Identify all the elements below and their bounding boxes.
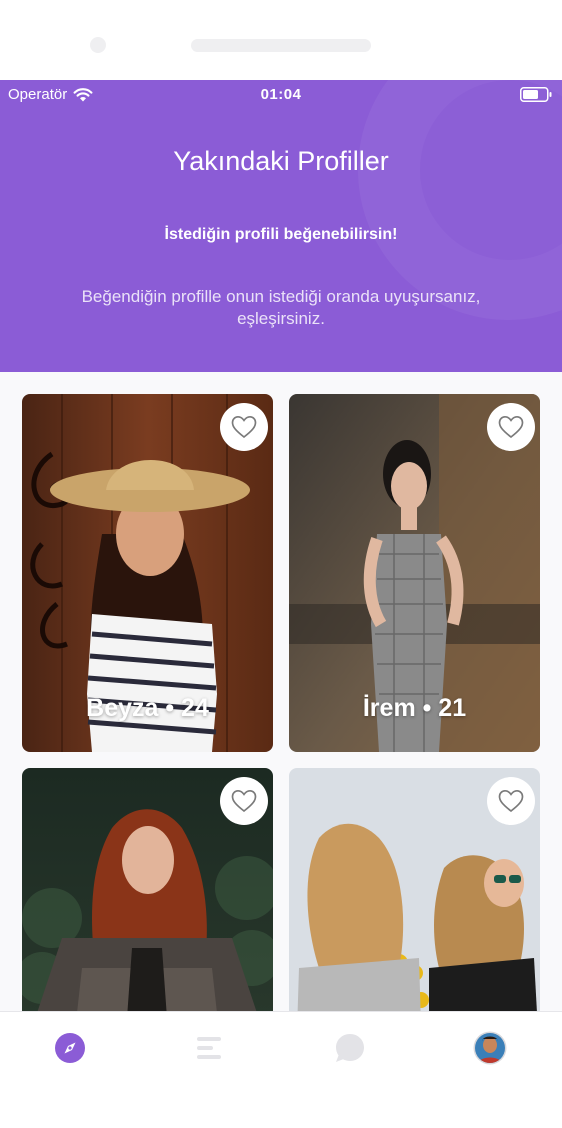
- like-button[interactable]: [220, 777, 268, 825]
- compass-icon: [55, 1033, 85, 1063]
- tab-bar: [0, 1011, 562, 1128]
- profile-card[interactable]: [22, 768, 273, 1012]
- tab-feed[interactable]: [192, 1031, 226, 1065]
- profile-card[interactable]: Beyza • 24: [22, 394, 273, 752]
- like-button[interactable]: [487, 777, 535, 825]
- camera-dot: [90, 37, 106, 53]
- profile-card[interactable]: İrem • 21: [289, 394, 540, 752]
- page-title: Yakındaki Profiller: [173, 146, 389, 176]
- heart-outline-icon: [231, 415, 257, 439]
- chat-bubble-icon: [336, 1034, 364, 1062]
- like-button[interactable]: [487, 403, 535, 451]
- page-subtitle: İstediğin profili beğenebilirsin!: [164, 226, 398, 243]
- heart-outline-icon: [498, 789, 524, 813]
- tab-discover[interactable]: [53, 1031, 87, 1065]
- profile-card[interactable]: [289, 768, 540, 1012]
- heart-outline-icon: [498, 415, 524, 439]
- profile-avatar-icon: [473, 1031, 507, 1065]
- speaker-grille: [191, 39, 371, 52]
- like-button[interactable]: [220, 403, 268, 451]
- page-description: Beğendiğin profille onun istediği oranda…: [81, 287, 481, 328]
- status-time: 01:04: [260, 86, 302, 103]
- tab-messages[interactable]: [333, 1031, 367, 1065]
- profile-grid[interactable]: Beyza • 24 İrem • 21: [0, 372, 562, 1012]
- tab-profile[interactable]: [473, 1031, 507, 1065]
- list-icon: [197, 1037, 221, 1059]
- device-top-bezel: [0, 0, 562, 80]
- header: Operatör 01:04 Yakındaki Profiller İsted…: [0, 80, 562, 372]
- heart-outline-icon: [231, 789, 257, 813]
- profile-name-age: Beyza • 24: [86, 694, 209, 722]
- profile-name-age: İrem • 21: [362, 694, 467, 722]
- battery-icon: [520, 87, 552, 102]
- status-bar: Operatör 01:04: [0, 80, 562, 108]
